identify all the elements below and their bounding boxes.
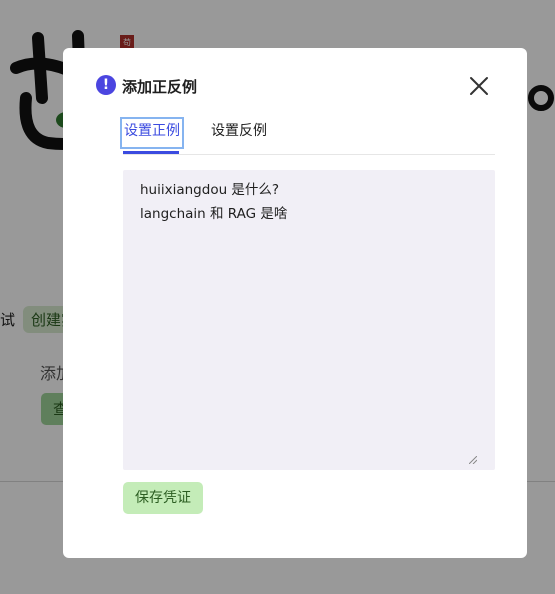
modal-title: 添加正反例 xyxy=(122,78,198,96)
textarea-line: huiixiangdou 是什么? xyxy=(140,182,280,198)
close-icon[interactable] xyxy=(468,75,490,97)
tab-positive-examples[interactable]: 设置正例 xyxy=(120,117,184,149)
examples-textarea[interactable]: huiixiangdou 是什么? langchain 和 RAG 是啥 xyxy=(123,170,495,470)
textarea-line: langchain 和 RAG 是啥 xyxy=(140,206,288,222)
resize-handle-icon[interactable] xyxy=(469,456,477,464)
textarea-content: huiixiangdou 是什么? langchain 和 RAG 是啥 xyxy=(140,178,287,226)
tab-bar: 设置正例 设置反例 xyxy=(120,117,495,155)
add-examples-modal: ! 添加正反例 设置正例 设置反例 huiixiangdou 是什么? lang… xyxy=(63,48,527,558)
exclamation-icon: ! xyxy=(96,74,116,95)
tab-negative-examples[interactable]: 设置反例 xyxy=(211,120,267,146)
save-button[interactable]: 保存凭证 xyxy=(123,482,203,514)
modal-header: ! 添加正反例 xyxy=(96,72,197,97)
active-tab-indicator xyxy=(123,151,179,154)
